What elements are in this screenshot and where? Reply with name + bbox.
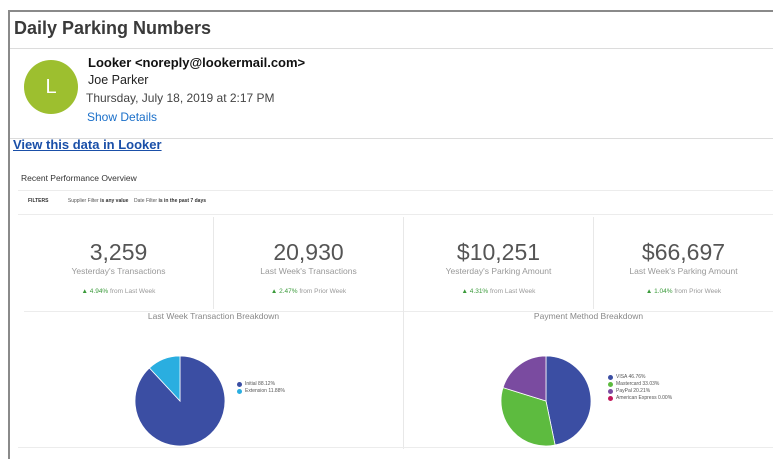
kpi-label: Last Week's Parking Amount [629, 266, 738, 276]
kpi-value: 20,930 [273, 239, 344, 265]
kpi-tile: 3,259 Yesterday's Transactions ▲ 4.94% f… [24, 217, 213, 309]
kpi-change: ▲ 1.04% from Prior Week [645, 288, 722, 295]
kpi-label: Last Week's Transactions [260, 266, 357, 276]
legend-label: American Express 0.00% [616, 395, 673, 401]
kpi-value: 3,259 [89, 239, 148, 265]
kpi-change: ▲ 2.47% from Prior Week [270, 288, 347, 295]
chart-legend: Initial 88.12% Extension 11.88% [237, 381, 285, 395]
filter-item[interactable]: Date Filter is in the past 7 days [134, 198, 206, 204]
legend-label: PayPal 20.21% [616, 388, 651, 394]
legend-dot-icon [608, 375, 613, 380]
kpi-label: Yesterday's Transactions [71, 266, 166, 276]
kpi-tile: 20,930 Last Week's Transactions ▲ 2.47% … [213, 217, 403, 309]
kpi-tile: $10,251 Yesterday's Parking Amount ▲ 4.3… [403, 217, 593, 309]
kpi-label: Yesterday's Parking Amount [445, 266, 552, 276]
filter-item[interactable]: Supplier Filter is any value [68, 198, 130, 204]
sender-avatar: L [24, 60, 78, 114]
legend-item[interactable]: PayPal 20.21% [608, 388, 672, 395]
recipient-name: Joe Parker [88, 73, 149, 87]
legend-item[interactable]: Extension 11.88% [237, 388, 285, 395]
view-in-looker-link[interactable]: View this data in Looker [13, 137, 162, 152]
payment-breakdown-panel: Payment Method Breakdown VISA 46.76% Mast… [403, 309, 773, 449]
divider [18, 214, 773, 215]
legend-dot-icon [608, 382, 613, 387]
legend-dot-icon [237, 382, 242, 387]
chart-legend: VISA 46.76% Mastercard 33.03% PayPal 20.21… [608, 374, 672, 402]
legend-item[interactable]: American Express 0.00% [608, 395, 672, 402]
sender-name: Looker <noreply@lookermail.com> [88, 55, 306, 70]
email-subject: Daily Parking Numbers [14, 18, 212, 38]
kpi-value: $10,251 [456, 239, 541, 265]
dashboard-title: Recent Performance Overview [21, 173, 137, 183]
show-details-link[interactable]: Show Details [87, 110, 157, 124]
divider [10, 48, 773, 49]
legend-dot-icon [608, 396, 613, 401]
filters-label: FILTERS [28, 198, 49, 204]
legend-label: Mastercard 33.03% [616, 381, 660, 387]
email-date: Thursday, July 18, 2019 at 2:17 PM [86, 91, 275, 105]
legend-label: VISA 46.76% [616, 374, 646, 380]
payment-pie-chart [500, 355, 592, 447]
legend-label: Extension 11.88% [245, 388, 285, 394]
kpi-tile: $66,697 Last Week's Parking Amount ▲ 1.0… [593, 217, 773, 309]
legend-dot-icon [608, 389, 613, 394]
legend-label: Initial 88.12% [245, 381, 276, 387]
legend-dot-icon [237, 389, 242, 394]
divider [18, 190, 773, 191]
chart-title: Last Week Transaction Breakdown [147, 311, 280, 321]
legend-item[interactable]: VISA 46.76% [608, 374, 672, 381]
kpi-change: ▲ 4.94% from Last Week [81, 288, 156, 295]
legend-item[interactable]: Initial 88.12% [237, 381, 285, 388]
divider [18, 447, 773, 448]
filter-bar: FILTERS Supplier Filter is any value Dat… [28, 198, 206, 204]
chart-title: Payment Method Breakdown [533, 311, 644, 321]
transaction-pie-chart [134, 355, 226, 447]
kpi-change: ▲ 4.31% from Last Week [461, 288, 536, 295]
kpi-value: $66,697 [641, 239, 726, 265]
legend-item[interactable]: Mastercard 33.03% [608, 381, 672, 388]
pie-slice[interactable] [545, 355, 592, 446]
transaction-breakdown-panel: Last Week Transaction Breakdown Initial … [24, 309, 403, 449]
